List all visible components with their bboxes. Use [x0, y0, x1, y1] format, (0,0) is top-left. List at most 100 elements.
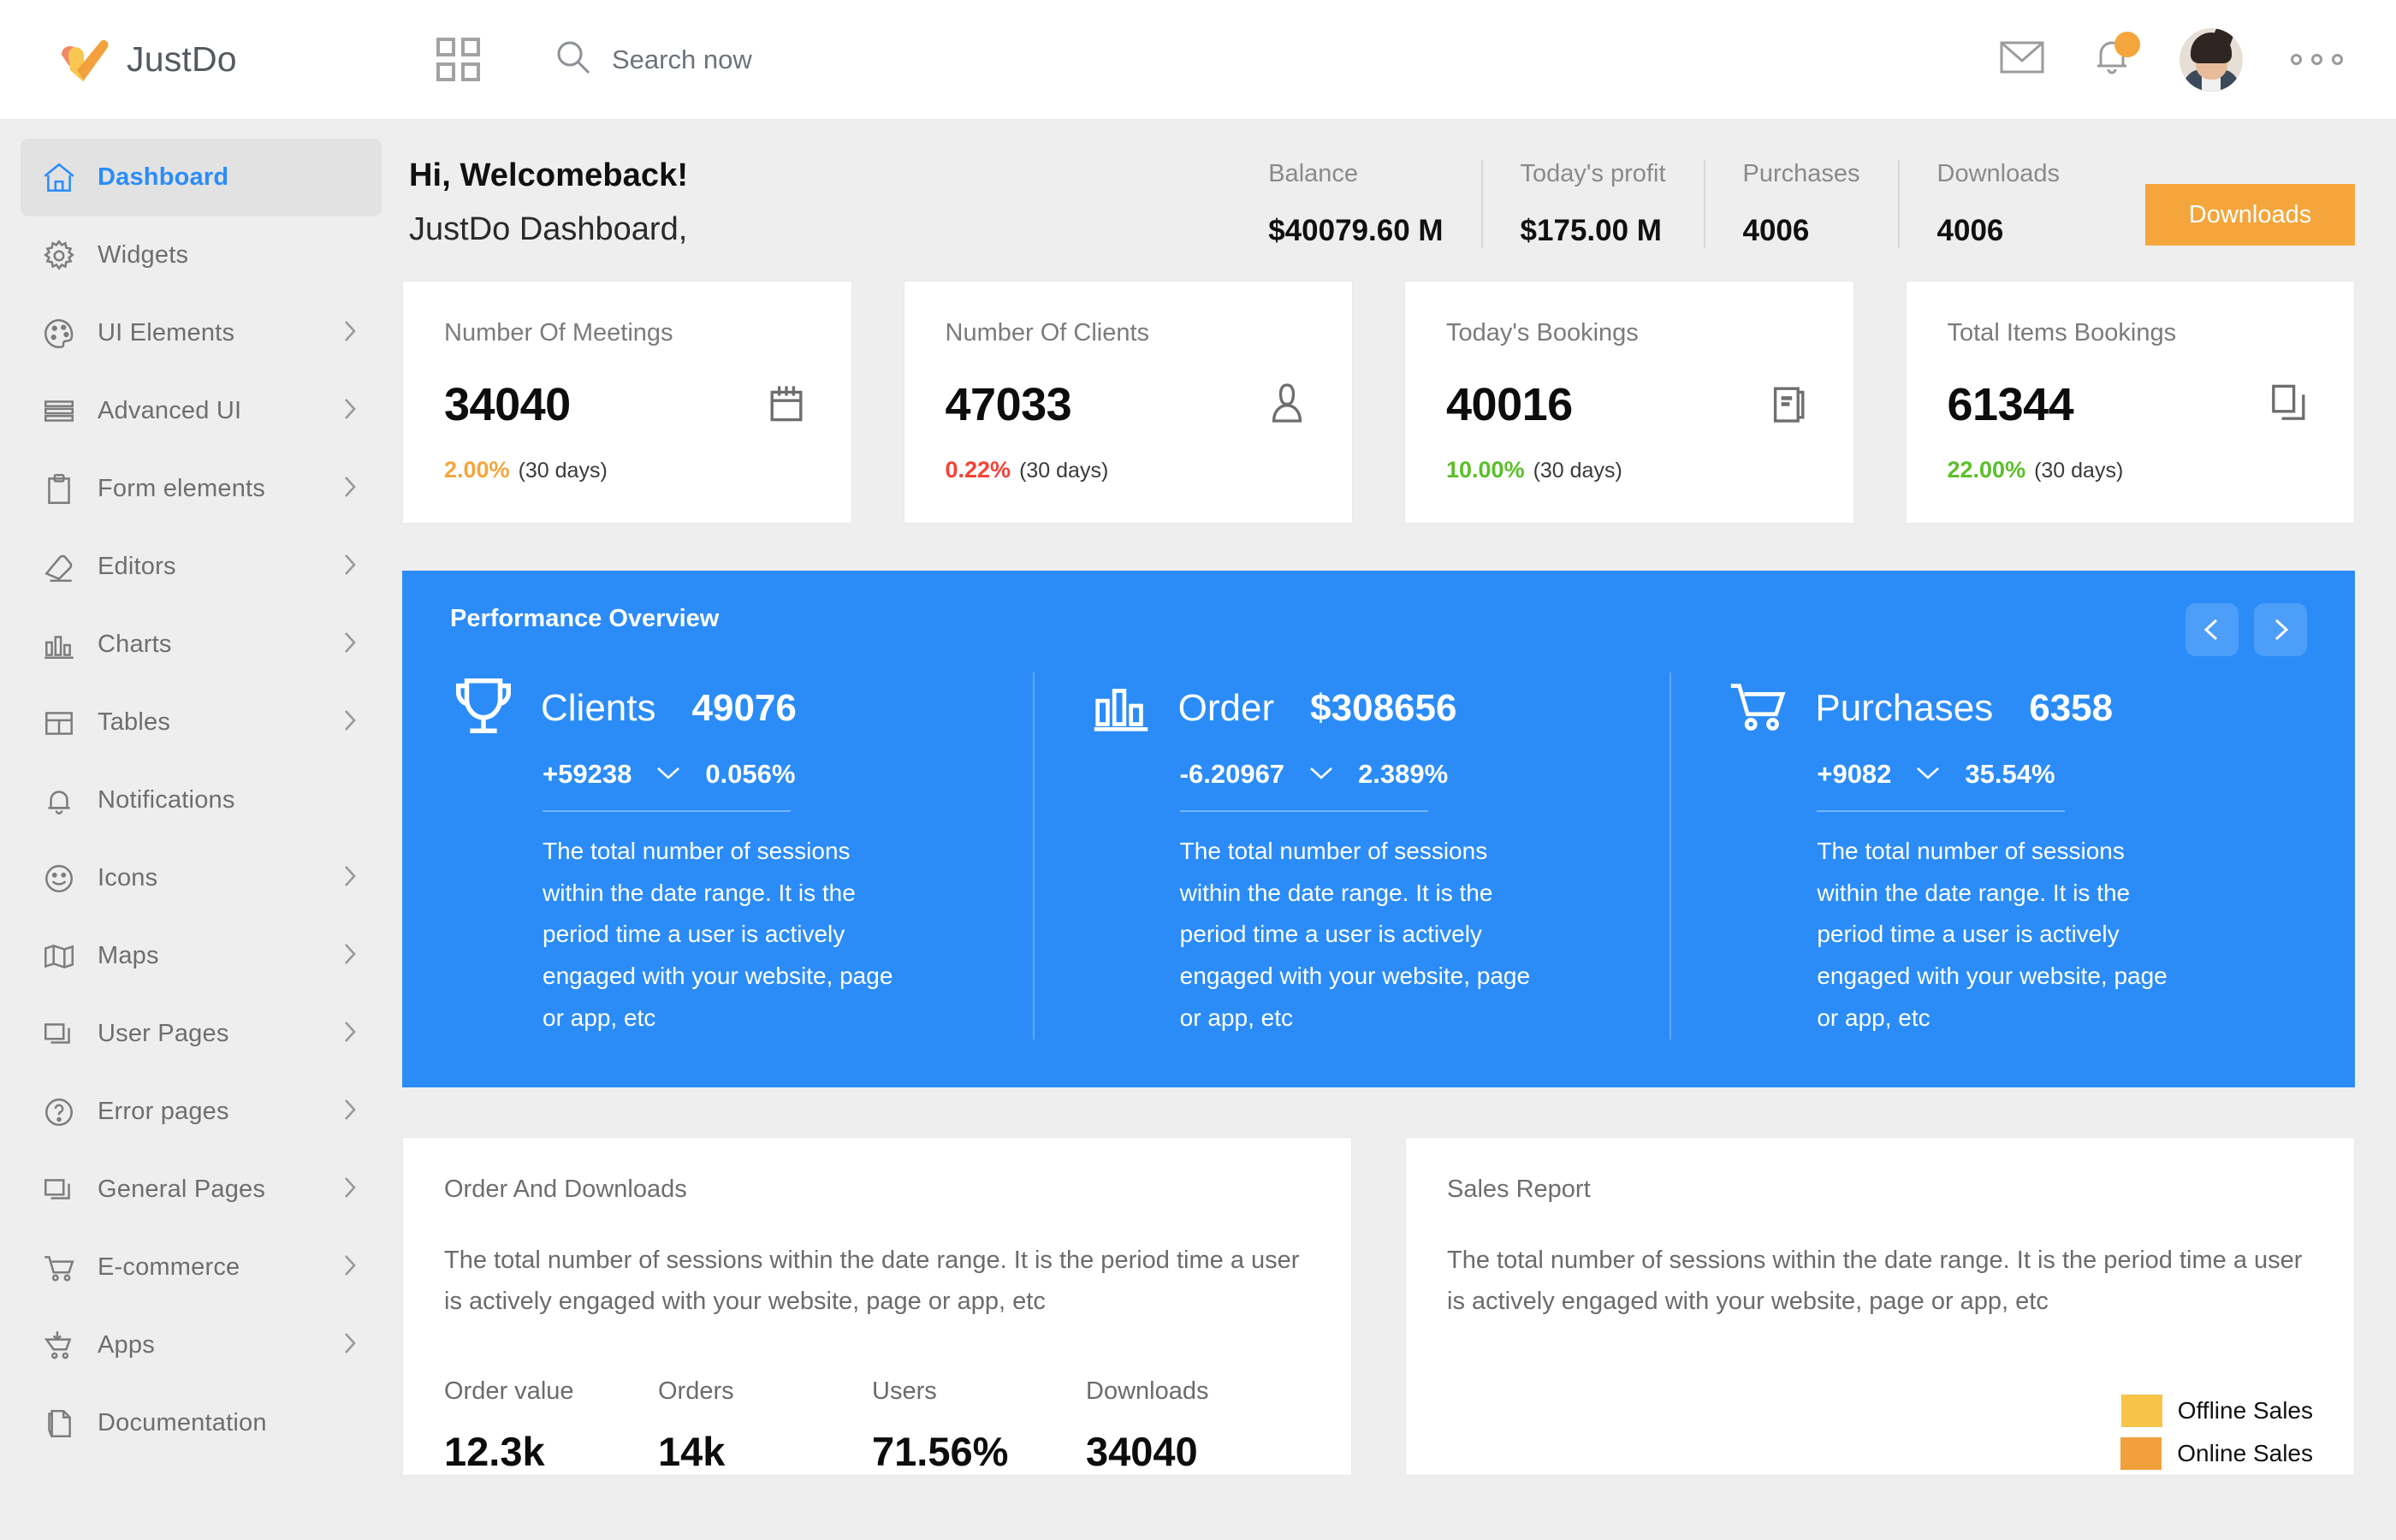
metric: Order value 12.3k: [444, 1377, 658, 1475]
stat-card-title: Total Items Bookings: [1947, 319, 2177, 346]
kpi-strip: Balance $40079.60 M Today's profit $175.…: [1231, 160, 2355, 248]
sidebar-item-editors[interactable]: Editors: [21, 528, 382, 606]
dashboard-app: JustDo Search now Dashboard Widgets UI E…: [0, 0, 2396, 1540]
metric-value: 34040: [1086, 1429, 1198, 1475]
stat-card-value: 40016: [1446, 379, 1573, 430]
metric: Downloads 34040: [1086, 1377, 1300, 1475]
sidebar-item-advanced-ui[interactable]: Advanced UI: [21, 372, 382, 450]
performance-percent: 35.54%: [1965, 759, 2055, 789]
legend-swatch: [2120, 1395, 2162, 1428]
sidebar-item-label: Charts: [98, 631, 172, 658]
map-icon: [39, 939, 79, 974]
performance-metric-name: Clients: [541, 686, 656, 729]
chevron-right-icon: [341, 1019, 358, 1049]
sidebar-item-notifications[interactable]: Notifications: [21, 761, 382, 839]
page-subtitle: JustDo Dashboard,: [409, 211, 688, 247]
sidebar-item-widgets[interactable]: Widgets: [21, 216, 382, 294]
sidebar-item-label: Dashboard: [98, 163, 229, 191]
sidebar-item-charts[interactable]: Charts: [21, 606, 382, 684]
sidebar-item-ui-elements[interactable]: UI Elements: [21, 294, 382, 372]
divider: [543, 810, 791, 812]
search-area[interactable]: [555, 39, 1023, 80]
stat-card-percent: 22.00%: [1947, 457, 2026, 483]
sidebar-item-dashboard[interactable]: Dashboard: [21, 139, 382, 216]
document-pen-icon: [39, 1406, 79, 1442]
stat-card: Total Items Bookings 61344 22.00% (30 days): [1905, 281, 2355, 524]
performance-column: Clients 49076 +59238 0.056% The total number…: [450, 672, 1033, 1040]
chart-legend: Offline Sales Online Sales: [1447, 1395, 2313, 1471]
chevron-right-icon: [341, 863, 358, 893]
bottom-card-row: Order And Downloads The total number of …: [402, 1136, 2355, 1477]
performance-description: The total number of sessions within the …: [543, 838, 893, 1031]
book-icon: [1764, 379, 1812, 431]
window-copy-icon: [39, 1172, 79, 1208]
prev-button[interactable]: [2185, 603, 2239, 656]
copy-stack-icon: [2265, 379, 2313, 431]
chevron-right-icon: [341, 552, 358, 582]
body: Dashboard Widgets UI Elements Advanced UI Fo…: [0, 120, 2396, 1540]
metric-label: Downloads: [1086, 1377, 1209, 1406]
home-icon: [39, 160, 79, 196]
sidebar-item-label: E-commerce: [98, 1253, 240, 1281]
next-button[interactable]: [2254, 603, 2307, 656]
legend-label: Offline Sales: [2177, 1397, 2313, 1424]
sidebar-item-icons[interactable]: Icons: [21, 839, 382, 917]
stat-card-percent: 10.00%: [1446, 457, 1525, 483]
chevron-right-icon: [341, 396, 358, 426]
sidebar-item-tables[interactable]: Tables: [21, 684, 382, 761]
sidebar-item-documentation[interactable]: Documentation: [21, 1384, 382, 1462]
legend-label: Online Sales: [2177, 1440, 2313, 1467]
chevron-down-icon: [1913, 763, 1942, 786]
user-avatar[interactable]: [2180, 27, 2243, 92]
performance-percent: 2.389%: [1358, 759, 1449, 789]
apps-grid-button[interactable]: [436, 38, 480, 81]
envelope-icon[interactable]: [2000, 40, 2044, 79]
smiley-icon: [39, 861, 79, 897]
sidebar-item-form-elements[interactable]: Form elements: [21, 450, 382, 528]
brand[interactable]: JustDo: [58, 36, 426, 84]
legend-item: Online Sales: [2120, 1437, 2313, 1471]
stat-card-title: Number Of Clients: [945, 319, 1150, 346]
chevron-right-icon: [341, 708, 358, 737]
card-title: Sales Report: [1447, 1175, 1591, 1203]
bell-icon[interactable]: [2092, 32, 2140, 82]
more-horizontal-icon[interactable]: [2291, 54, 2343, 65]
performance-column: Purchases 6358 +9082 35.54% The total number…: [1669, 672, 2307, 1040]
performance-percent: 0.056%: [705, 759, 796, 789]
person-icon: [1263, 379, 1311, 431]
sidebar-item-label: User Pages: [98, 1020, 229, 1047]
chevron-right-icon: [341, 1253, 358, 1282]
sidebar-item-e-commerce[interactable]: E-commerce: [21, 1229, 382, 1306]
legend-swatch: [2120, 1437, 2162, 1471]
chevron-right-icon: [341, 318, 358, 348]
sidebar-item-label: Maps: [98, 942, 159, 969]
performance-columns: Clients 49076 +59238 0.056% The total number…: [450, 672, 2307, 1040]
sidebar-item-apps[interactable]: Apps: [21, 1306, 382, 1384]
performance-metric-name: Order: [1177, 686, 1275, 729]
sidebar-item-error-pages[interactable]: Error pages: [21, 1073, 382, 1151]
sidebar: Dashboard Widgets UI Elements Advanced UI Fo…: [0, 120, 402, 1540]
stat-card-title: Today's Bookings: [1446, 319, 1639, 346]
performance-description: The total number of sessions within the …: [1179, 838, 1531, 1031]
performance-column: Order $308656 -6.20967 2.389% The total numb…: [1032, 672, 1670, 1040]
downloads-button[interactable]: Downloads: [2145, 184, 2355, 246]
clipboard-icon: [39, 471, 79, 507]
stat-card-period: (30 days): [1019, 459, 1109, 483]
sidebar-item-general-pages[interactable]: General Pages: [21, 1151, 382, 1229]
shopping-cart-icon: [1724, 672, 1791, 743]
sidebar-item-label: Documentation: [98, 1409, 267, 1436]
order-and-downloads-card: Order And Downloads The total number of …: [402, 1136, 1352, 1477]
sidebar-item-label: Error pages: [98, 1098, 229, 1125]
chevron-right-icon: [341, 474, 358, 504]
bar-chart-icon: [1088, 672, 1154, 743]
main-content: Hi, Welcomeback! JustDo Dashboard, Balan…: [402, 120, 2396, 1540]
search-icon: [555, 39, 591, 80]
sidebar-item-user-pages[interactable]: User Pages: [21, 995, 382, 1073]
performance-description: The total number of sessions within the …: [1817, 838, 2168, 1031]
stat-card: Number Of Clients 47033 0.22% (30 days): [903, 281, 1353, 524]
sidebar-item-maps[interactable]: Maps: [21, 917, 382, 995]
stat-card: Number Of Meetings 34040 2.00% (30 days): [402, 281, 852, 524]
kpi-label: Balance: [1268, 160, 1359, 187]
search-input[interactable]: [612, 44, 1023, 75]
metric-label: Users: [872, 1377, 937, 1406]
